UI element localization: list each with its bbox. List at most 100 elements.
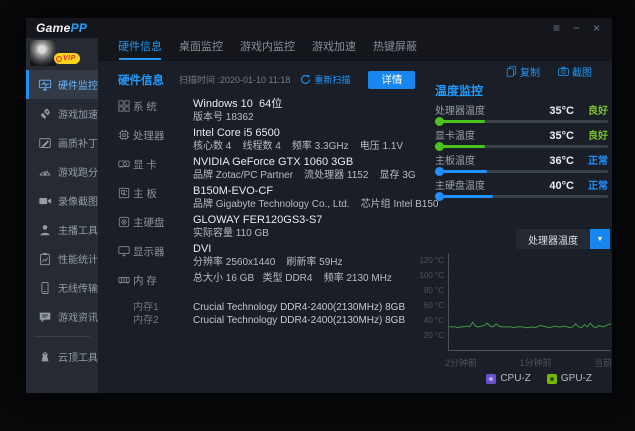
temperature-panel: 复制 截图 温度监控 处理器温度 35°C: [435, 61, 612, 393]
sidebar-item-graphics-patch[interactable]: 画质补丁: [26, 128, 98, 157]
slider-knob[interactable]: [435, 167, 444, 176]
cpu-z-button[interactable]: CPU-Z: [486, 373, 531, 384]
sidebar-item-label: 游戏跑分: [58, 164, 98, 179]
sidebar-item-label: 游戏资讯: [58, 309, 98, 324]
rocket-icon: [37, 106, 52, 121]
hdd-icon: [118, 215, 131, 240]
hardware-row-monitor: 显示器 DVI分辨率 2560x1440 刷新率 59Hz: [118, 243, 420, 269]
hardware-info-panel: 硬件信息 扫描时间 :2020-01-10 11:18 重新扫描 详情 系 统 …: [118, 70, 420, 327]
memory-slot-row: 内存2 Crucial Technology DDR4-2400(2130MHz…: [133, 314, 420, 327]
temperature-chart: 120 °C100 °C80 °C60 °C40 °C20 °C 2分钟前1分钟…: [419, 253, 612, 367]
hardware-row-cpu: 处理器 Intel Core i5 6500核心数 4 线程数 4 频率 3.3…: [118, 127, 420, 153]
tab-game-boost[interactable]: 游戏加速: [312, 38, 356, 60]
camera-icon: [558, 66, 569, 77]
temp-row-motherboard: 主板温度 36°C 正常: [435, 152, 608, 177]
hardware-info-title: 硬件信息: [118, 72, 164, 88]
cpu-z-icon: [486, 374, 496, 384]
news-icon: [37, 309, 52, 324]
menu-icon[interactable]: ≡: [553, 22, 560, 34]
sidebar-item-label: 无线传输: [58, 280, 98, 295]
app-window: GamePP ≡ − × VIP 硬件监控 游戏加速: [26, 18, 612, 393]
close-icon[interactable]: ×: [593, 22, 600, 34]
tab-ingame-monitor[interactable]: 游戏内监控: [240, 38, 295, 60]
screenshot-button[interactable]: 截图: [558, 64, 592, 79]
temp-slider[interactable]: [435, 167, 608, 176]
sidebar-item-label: 游戏加速: [58, 106, 98, 121]
sidebar-item-label: 画质补丁: [58, 135, 98, 150]
avatar[interactable]: [30, 40, 56, 66]
screen-background: GamePP ≡ − × VIP 硬件监控 游戏加速: [0, 0, 635, 431]
hardware-row-system: 系 统 Windows 10 64位版本号 18362: [118, 98, 420, 124]
sidebar-divider: [34, 336, 90, 337]
sidebar-item-label: 硬件监控: [58, 77, 98, 92]
app-logo: GamePP: [36, 21, 87, 35]
gpu-icon: [118, 157, 131, 182]
chevron-down-icon[interactable]: ▼: [590, 229, 610, 249]
temp-slider[interactable]: [435, 142, 608, 151]
tab-hotkey-block[interactable]: 热键屏蔽: [373, 38, 417, 60]
sidebar-item-game-boost[interactable]: 游戏加速: [26, 99, 98, 128]
memory-slot-row: 内存1 Crucial Technology DDR4-2400(2130MHz…: [133, 301, 420, 314]
temp-row-hdd: 主硬盘温度 40°C 正常: [435, 177, 608, 202]
motherboard-icon: [118, 186, 131, 211]
streamer-icon: [37, 222, 52, 237]
gpu-z-button[interactable]: GPU-Z: [547, 373, 592, 384]
system-icon: [118, 99, 131, 124]
content-area: 硬件信息 扫描时间 :2020-01-10 11:18 重新扫描 详情 系 统 …: [98, 61, 612, 393]
temp-row-gpu: 显卡温度 35°C 良好: [435, 127, 608, 152]
title-bar: GamePP ≡ − ×: [26, 18, 612, 38]
chart-series-dropdown[interactable]: 处理器温度 ▼: [516, 229, 610, 249]
copy-button[interactable]: 复制: [506, 64, 540, 79]
sidebar-item-game-news[interactable]: 游戏资讯: [26, 302, 98, 331]
vip-coin-icon: [56, 56, 62, 62]
sidebar-item-label: 录像截图: [58, 193, 98, 208]
gpu-z-icon: [547, 374, 557, 384]
vip-badge: VIP: [54, 53, 80, 64]
slider-knob[interactable]: [435, 117, 444, 126]
details-button[interactable]: 详情: [368, 71, 415, 89]
refresh-icon: [300, 74, 311, 85]
wireless-phone-icon: [37, 280, 52, 295]
temperature-title: 温度监控: [435, 82, 483, 99]
tab-desktop-monitor[interactable]: 桌面监控: [179, 38, 223, 60]
hardware-monitor-icon: [37, 77, 52, 92]
memory-icon: [118, 273, 131, 298]
copy-icon: [506, 66, 517, 77]
tab-bar: 硬件信息 桌面监控 游戏内监控 游戏加速 热键屏蔽: [98, 38, 612, 61]
sidebar-item-label: 云顶工具: [58, 349, 98, 364]
chart-y-axis: 120 °C100 °C80 °C60 °C40 °C20 °C: [419, 253, 447, 351]
hardware-row-gpu: 显 卡 NVIDIA GeForce GTX 1060 3GB品牌 Zotac/…: [118, 156, 420, 182]
sidebar-item-label: 主播工具: [58, 222, 98, 237]
sidebar-item-performance-stats[interactable]: 性能统计: [26, 244, 98, 273]
benchmark-gauge-icon: [37, 164, 52, 179]
hardware-row-motherboard: 主 板 B150M-EVO-CF品牌 Gigabyte Technology C…: [118, 185, 420, 211]
sidebar-item-record-capture[interactable]: 录像截图: [26, 186, 98, 215]
slider-knob[interactable]: [435, 192, 444, 201]
slider-knob[interactable]: [435, 142, 444, 151]
sidebar-item-hardware-monitor[interactable]: 硬件监控: [26, 70, 98, 99]
cloud-tools-icon: [37, 349, 52, 364]
temp-row-cpu: 处理器温度 35°C 良好: [435, 102, 608, 127]
temp-slider[interactable]: [435, 192, 608, 201]
chart-x-axis: 2分钟前1分钟前当前: [445, 356, 612, 369]
temp-slider[interactable]: [435, 117, 608, 126]
sidebar: VIP 硬件监控 游戏加速 画质补丁 游戏跑分 录像截图: [26, 38, 98, 393]
scan-time: 扫描时间 :2020-01-10 11:18: [179, 73, 290, 86]
sidebar-item-tft-tools[interactable]: 云顶工具: [26, 342, 98, 371]
user-profile[interactable]: VIP: [26, 38, 98, 70]
cpu-icon: [118, 128, 131, 153]
sidebar-item-label: 性能统计: [58, 251, 98, 266]
tab-hardware-info[interactable]: 硬件信息: [118, 38, 162, 60]
video-camera-icon: [37, 193, 52, 208]
sidebar-item-wireless-transfer[interactable]: 无线传输: [26, 273, 98, 302]
sidebar-item-benchmark[interactable]: 游戏跑分: [26, 157, 98, 186]
monitor-icon: [118, 244, 131, 269]
chart-plot-area: [448, 253, 611, 351]
rescan-link[interactable]: 重新扫描: [300, 73, 350, 86]
image-patch-icon: [37, 135, 52, 150]
sidebar-item-streamer-tools[interactable]: 主播工具: [26, 215, 98, 244]
hardware-row-hdd: 主硬盘 GLOWAY FER120GS3-S7实际容量 110 GB: [118, 214, 420, 240]
minimize-icon[interactable]: −: [573, 22, 580, 34]
hardware-row-memory: 内 存 总大小 16 GB 类型 DDR4 频率 2130 MHz: [118, 272, 420, 298]
stats-clipboard-icon: [37, 251, 52, 266]
